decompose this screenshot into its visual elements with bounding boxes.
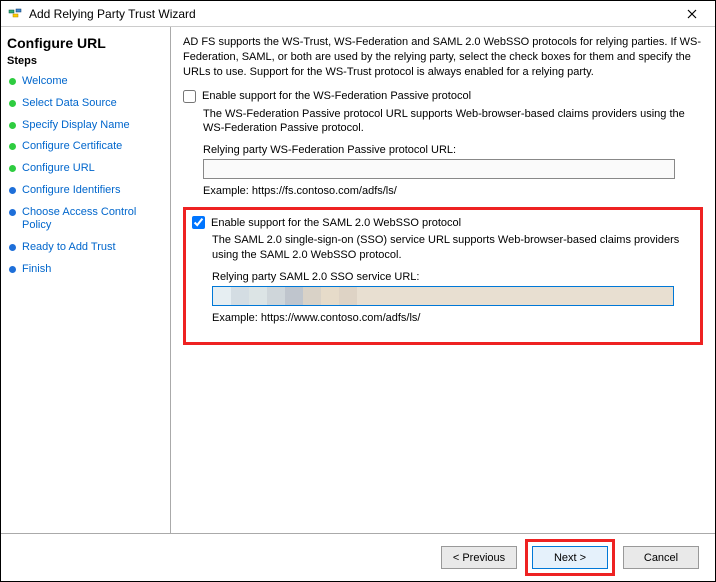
step-ready-to-add-trust[interactable]: Ready to Add Trust bbox=[7, 237, 164, 259]
step-select-data-source[interactable]: Select Data Source bbox=[7, 93, 164, 115]
step-label: Choose Access Control Policy bbox=[22, 206, 162, 234]
step-label: Configure URL bbox=[22, 162, 95, 176]
app-icon bbox=[7, 6, 23, 22]
step-finish[interactable]: Finish bbox=[7, 259, 164, 281]
step-label: Select Data Source bbox=[22, 97, 117, 111]
intro-text: AD FS supports the WS-Trust, WS-Federati… bbox=[183, 35, 703, 80]
step-choose-access-control-policy[interactable]: Choose Access Control Policy bbox=[7, 202, 164, 238]
step-label: Finish bbox=[22, 263, 51, 277]
step-dot-icon bbox=[9, 165, 16, 172]
wsfed-checkbox-row[interactable]: Enable support for the WS-Federation Pas… bbox=[183, 90, 703, 103]
next-button-highlight: Next > bbox=[525, 539, 615, 576]
step-dot-icon bbox=[9, 122, 16, 129]
step-label: Ready to Add Trust bbox=[22, 241, 116, 255]
saml-url-input[interactable] bbox=[212, 286, 674, 306]
steps-sidebar: Configure URL Steps Welcome Select Data S… bbox=[1, 27, 171, 543]
wizard-footer: < Previous Next > Cancel bbox=[1, 533, 715, 581]
step-configure-identifiers[interactable]: Configure Identifiers bbox=[7, 180, 164, 202]
step-configure-url[interactable]: Configure URL bbox=[7, 158, 164, 180]
saml-checkbox-row[interactable]: Enable support for the SAML 2.0 WebSSO p… bbox=[192, 216, 694, 229]
step-specify-display-name[interactable]: Specify Display Name bbox=[7, 115, 164, 137]
previous-button[interactable]: < Previous bbox=[441, 546, 517, 569]
wsfed-checkbox[interactable] bbox=[183, 90, 196, 103]
step-welcome[interactable]: Welcome bbox=[7, 71, 164, 93]
step-label: Configure Identifiers bbox=[22, 184, 120, 198]
titlebar: Add Relying Party Trust Wizard bbox=[1, 1, 715, 27]
wsfed-checkbox-label: Enable support for the WS-Federation Pas… bbox=[202, 90, 471, 102]
close-button[interactable] bbox=[675, 3, 709, 25]
step-label: Welcome bbox=[22, 75, 68, 89]
saml-section-highlight: Enable support for the SAML 2.0 WebSSO p… bbox=[183, 207, 703, 345]
step-dot-icon bbox=[9, 100, 16, 107]
saml-checkbox[interactable] bbox=[192, 216, 205, 229]
wsfed-section: Enable support for the WS-Federation Pas… bbox=[183, 90, 703, 198]
step-dot-icon bbox=[9, 244, 16, 251]
window-title: Add Relying Party Trust Wizard bbox=[29, 7, 675, 21]
next-button[interactable]: Next > bbox=[532, 546, 608, 569]
steps-heading: Steps bbox=[7, 55, 164, 67]
step-dot-icon bbox=[9, 187, 16, 194]
step-dot-icon bbox=[9, 266, 16, 273]
step-configure-certificate[interactable]: Configure Certificate bbox=[7, 136, 164, 158]
wsfed-url-label: Relying party WS-Federation Passive prot… bbox=[203, 144, 703, 156]
step-label: Specify Display Name bbox=[22, 119, 130, 133]
wsfed-example: Example: https://fs.contoso.com/adfs/ls/ bbox=[203, 185, 703, 197]
saml-description: The SAML 2.0 single-sign-on (SSO) servic… bbox=[212, 233, 694, 263]
step-dot-icon bbox=[9, 209, 16, 216]
cancel-button[interactable]: Cancel bbox=[623, 546, 699, 569]
page-title: Configure URL bbox=[7, 35, 164, 51]
step-label: Configure Certificate bbox=[22, 140, 122, 154]
wsfed-description: The WS-Federation Passive protocol URL s… bbox=[203, 107, 703, 137]
main-panel: AD FS supports the WS-Trust, WS-Federati… bbox=[171, 27, 715, 543]
step-dot-icon bbox=[9, 143, 16, 150]
wsfed-url-input[interactable] bbox=[203, 159, 675, 179]
saml-url-label: Relying party SAML 2.0 SSO service URL: bbox=[212, 271, 694, 283]
saml-example: Example: https://www.contoso.com/adfs/ls… bbox=[212, 312, 694, 324]
saml-checkbox-label: Enable support for the SAML 2.0 WebSSO p… bbox=[211, 217, 461, 229]
step-dot-icon bbox=[9, 78, 16, 85]
